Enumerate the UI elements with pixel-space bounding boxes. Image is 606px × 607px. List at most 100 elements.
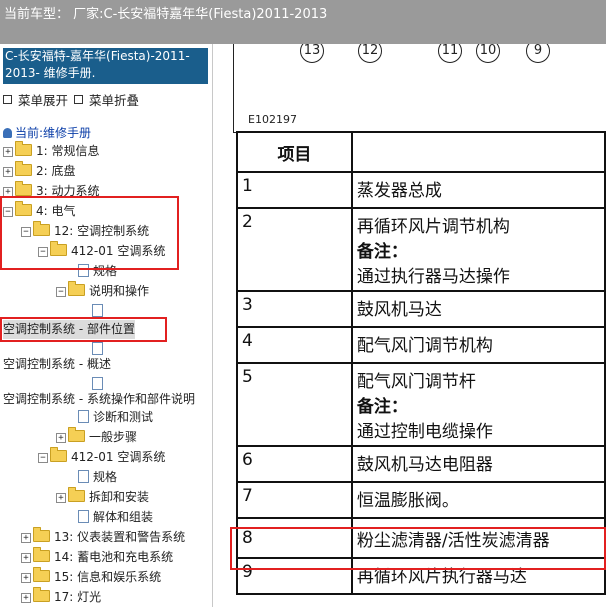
tree-node-lighting[interactable]: +17: 灯光 [21,587,102,607]
expand-plus-icon[interactable]: + [3,147,13,157]
table-row: 3 鼓风机马达 [236,290,606,328]
tree-node-specs-2[interactable]: 规格 [78,468,117,487]
tree-node-doc-icon [92,302,107,318]
tree-node-label: 一般步骤 [89,430,138,444]
tree-node-label: 拆卸和安装 [89,490,150,504]
table-row: 2 再循环风片调节机构 备注： 通过执行器马达操作 [236,207,606,292]
description-text: 鼓风机马达 [356,300,442,320]
user-icon [3,128,12,138]
tree-node-chassis[interactable]: +2: 底盘 [3,161,76,181]
item-number: 2 [236,207,353,292]
header-description [350,131,606,173]
sidebar-tree-panel: C-长安福特-嘉年华(Fiesta)-2011- 2013- 维修手册. 菜单展… [0,44,213,607]
tree-node-label: 说明和操作 [89,284,150,298]
tree-node-label: 412-01 空调系统 [71,450,166,464]
tree-node-infotainment[interactable]: +15: 信息和娱乐系统 [21,567,162,587]
item-description: 鼓风机马达电阻器 [350,445,606,483]
document-icon [92,342,103,355]
description-text: 再循环风片调节机构 [356,217,510,237]
item-description: 配气风门调节机构 [350,326,606,364]
table-row: 4 配气风门调节机构 [236,326,606,364]
folder-icon [15,141,32,156]
figure-id: E102197 [248,113,297,126]
tree-node-overview[interactable]: 空调控制系统 - 概述 [3,355,111,374]
tree-node-diagnosis[interactable]: 诊断和测试 [78,408,153,427]
current-location[interactable]: 当前:维修手册 [3,124,91,141]
expand-all-link[interactable]: 菜单展开 [3,90,68,109]
tree-node-doc-icon [92,375,107,391]
note-text: 通过控制电缆操作 [356,422,493,442]
expand-plus-icon[interactable]: + [56,493,66,503]
component-diagram: 13 12 11 10 9 E102197 [233,44,606,133]
collapse-all-link[interactable]: 菜单折叠 [74,90,139,109]
content-pane: 13 12 11 10 9 E102197 项目 1 蒸发器总成 2 再循环风片调节… [213,44,606,607]
tree-node-disassembly[interactable]: 解体和组装 [78,508,153,527]
table-header-row: 项目 [236,131,606,173]
expand-plus-icon[interactable]: + [21,533,31,543]
document-icon [78,510,89,523]
tree-node-battery-charging[interactable]: +14: 蓄电池和充电系统 [21,547,174,567]
header-item: 项目 [236,131,353,173]
tree-node-label: 1: 常规信息 [36,144,100,158]
square-icon [74,95,83,104]
item-number: 3 [236,290,353,328]
folder-icon [68,427,85,442]
tree-node-label: 17: 灯光 [54,590,102,604]
item-number: 6 [236,445,353,483]
folder-icon [33,567,50,582]
expand-plus-icon[interactable]: + [21,553,31,563]
folder-icon [15,181,32,196]
tree-node-general[interactable]: +1: 常规信息 [3,141,100,161]
tree-node-412-01-ac-2[interactable]: − 412-01 空调系统 [38,447,166,467]
description-text: 鼓风机马达电阻器 [356,455,493,475]
tree-node-doc-icon [92,340,107,356]
item-description: 恒温膨胀阀。 [350,481,606,519]
folder-open-icon [50,447,67,462]
highlight-box-selected-topic [0,317,167,342]
table-row: 7 恒温膨胀阀。 [236,481,606,519]
manual-title-line-1: C-长安福特-嘉年华(Fiesta)-2011- [5,49,190,63]
manual-title-header: C-长安福特-嘉年华(Fiesta)-2011- 2013- 维修手册. [3,48,208,84]
tree-node-label: 2: 底盘 [36,164,76,178]
tree-node-instrumentation[interactable]: +13: 仪表装置和警告系统 [21,527,186,547]
callout-10: 10 [476,44,500,63]
callout-12: 12 [358,44,382,63]
note-label: 备注： [356,397,408,417]
tree-node-description-operation[interactable]: − 说明和操作 [56,281,150,301]
tree-node-general-procedures[interactable]: + 一般步骤 [56,427,138,447]
expand-plus-icon[interactable]: + [3,167,13,177]
collapse-minus-icon[interactable]: − [38,453,48,463]
folder-icon [15,161,32,176]
folder-open-icon [68,281,85,296]
folder-icon [68,487,85,502]
folder-icon [33,527,50,542]
item-number: 4 [236,326,353,364]
tree-node-label: 13: 仪表装置和警告系统 [54,530,186,544]
item-description: 鼓风机马达 [350,290,606,328]
callout-9: 9 [526,44,550,63]
collapse-minus-icon[interactable]: − [56,287,66,297]
item-description: 再循环风片调节机构 备注： 通过执行器马达操作 [350,207,606,292]
tree-node-label: 空调控制系统 - 系统操作和部件说明 [3,392,195,406]
highlight-box-tree-path [0,196,179,270]
expand-plus-icon[interactable]: + [21,573,31,583]
item-description: 配气风门调节杆 备注： 通过控制电缆操作 [350,362,606,447]
tree-node-removal-installation[interactable]: + 拆卸和安装 [56,487,150,507]
tree-node-system-operation[interactable]: 空调控制系统 - 系统操作和部件说明 [3,390,195,409]
item-number: 5 [236,362,353,447]
note-label: 备注： [356,242,408,262]
expand-plus-icon[interactable]: + [56,433,66,443]
table-row: 6 鼓风机马达电阻器 [236,445,606,483]
document-icon [78,410,89,423]
document-icon [92,377,103,390]
current-location-label: 当前:维修手册 [15,126,92,140]
tree-node-label: 解体和组装 [93,510,154,524]
description-text: 蒸发器总成 [356,181,442,201]
folder-icon [33,547,50,562]
note-text: 通过执行器马达操作 [356,267,510,287]
tree-node-label: 14: 蓄电池和充电系统 [54,550,174,564]
callout-13: 13 [300,44,324,63]
expand-plus-icon[interactable]: + [21,593,31,603]
description-text: 恒温膨胀阀。 [356,491,459,511]
tree-node-label: 15: 信息和娱乐系统 [54,570,162,584]
